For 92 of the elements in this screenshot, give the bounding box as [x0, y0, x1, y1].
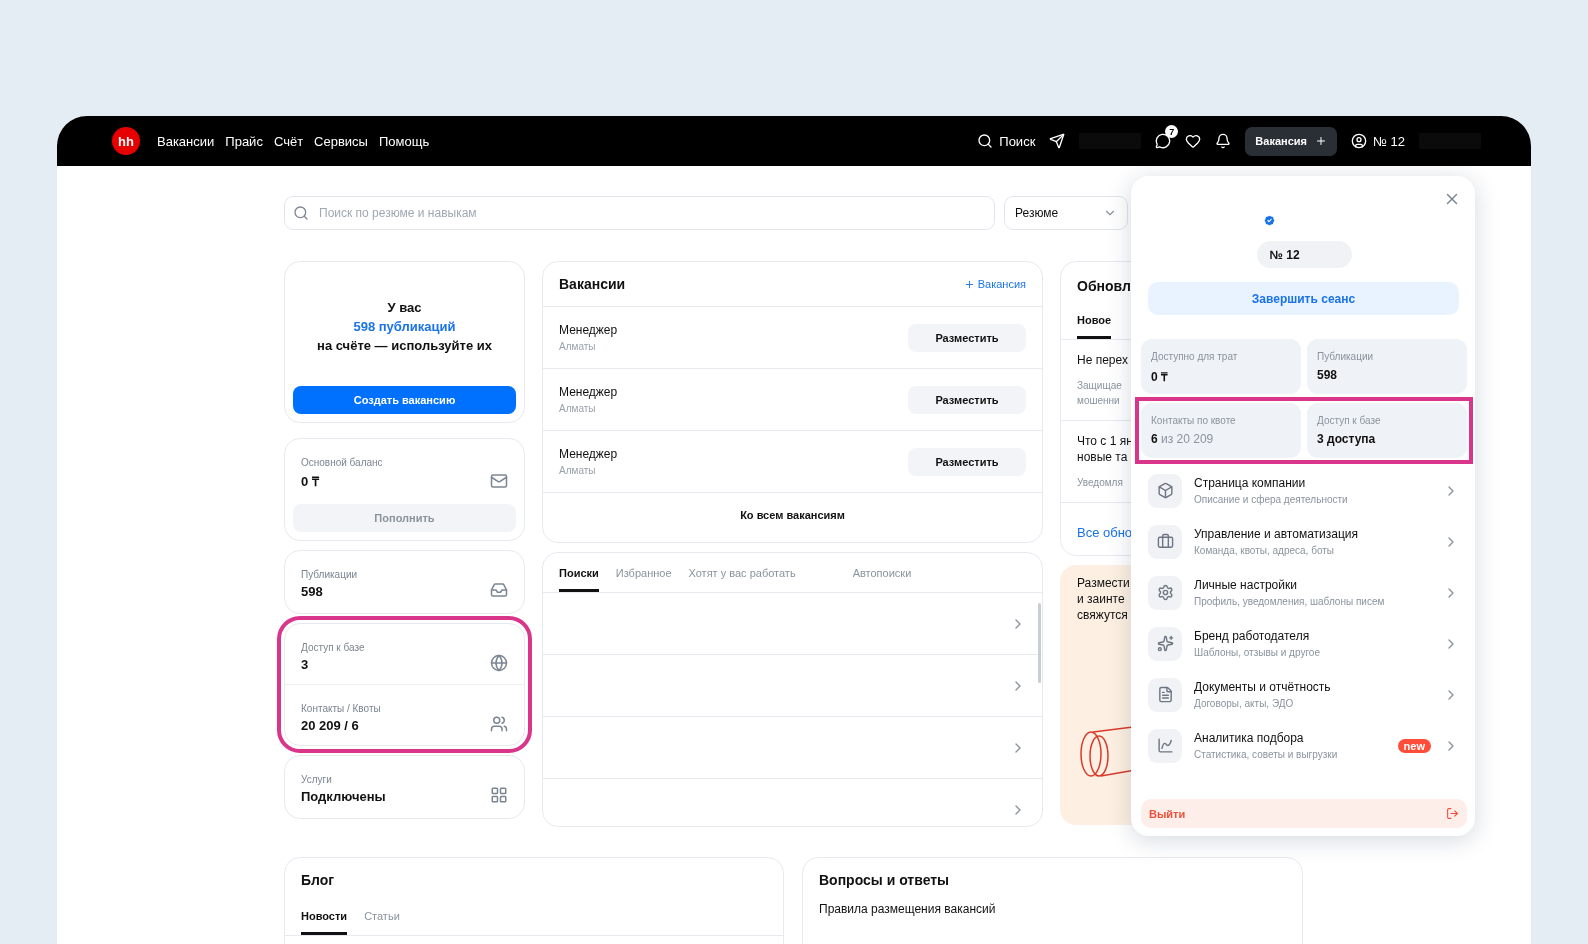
update-title: Не перех [1077, 352, 1128, 368]
add-vacancy-link[interactable]: Вакансия [963, 278, 1026, 290]
envelope-icon [490, 472, 508, 490]
stat-value: 598 [301, 584, 324, 599]
vacancy-title: Менеджер [559, 385, 618, 399]
faq-link[interactable]: Правила размещения вакансий [803, 888, 1302, 916]
stat-value: 3 [301, 657, 310, 672]
menu-item[interactable]: Страница компании Описание и сфера деятельности [1141, 465, 1467, 516]
publish-button[interactable]: Разместить [908, 385, 1026, 414]
nav-link[interactable]: Прайс [225, 133, 263, 149]
nav-link[interactable]: Вакансии [157, 133, 215, 149]
promo-text: Размести [1077, 575, 1130, 591]
summary-text: на счёте — используйте их [317, 337, 492, 355]
message-count-badge: 7 [1165, 125, 1179, 138]
publications-link[interactable]: 598 публикаций [353, 317, 456, 336]
all-vacancies-link[interactable]: Ко всем вакансиям [543, 493, 1042, 537]
stat-value: 20 209 / 6 [301, 718, 360, 733]
chat-icon[interactable] [1155, 133, 1172, 149]
user-icon [1350, 133, 1367, 149]
create-vacancy-button[interactable]: Создать вакансию [293, 386, 516, 414]
document-icon [1148, 677, 1182, 712]
publish-button[interactable]: Разместить [908, 447, 1026, 476]
summary-text: У вас [387, 299, 422, 317]
settings-icon [1148, 575, 1182, 610]
menu-item[interactable]: Аналитика подбора Статистика, советы и выгрузки new [1141, 720, 1467, 771]
vacancy-title: Менеджер [559, 323, 618, 337]
account-name: № 12 [1256, 241, 1352, 268]
stat-label: Доступ к базе [1317, 415, 1382, 426]
cube-icon [1148, 473, 1182, 508]
nav-link[interactable]: Сервисы [314, 133, 368, 149]
stat-value: Подключены [301, 789, 386, 804]
tab[interactable]: Новое [1077, 300, 1112, 339]
vacancy-title: Менеджер [559, 447, 618, 461]
plus-icon [963, 278, 975, 290]
logout-icon [1446, 807, 1459, 820]
card-title: Блог [301, 872, 336, 888]
promo-text: свяжутся [1077, 607, 1128, 623]
sparkle-icon [1148, 626, 1182, 661]
verified-icon [1262, 214, 1276, 227]
search-field[interactable]: Поиск по резюме и навыкам [284, 196, 995, 230]
stat-value: 6 из 20 209 [1151, 432, 1215, 446]
heart-icon[interactable] [1185, 133, 1202, 149]
vacancy-city: Алматы [559, 465, 597, 476]
plus-icon [1314, 135, 1327, 147]
vacancy-city: Алматы [559, 403, 597, 414]
new-badge: new [1397, 738, 1431, 753]
menu-item[interactable]: Документы и отчётность Договоры, акты, ЭДО [1141, 669, 1467, 720]
users-icon [490, 715, 508, 733]
promo-text: и заинте [1077, 591, 1125, 607]
card-title: Вопросы и ответы [819, 872, 951, 888]
update-text: Уведомля [1077, 476, 1123, 490]
stat-label: Контакты / Квоты [301, 703, 381, 714]
menu-item[interactable]: Управление и автоматизация Команда, квоты, адреса, боты [1141, 516, 1467, 567]
chart-icon [1148, 728, 1182, 763]
bell-icon[interactable] [1215, 133, 1232, 149]
send-icon[interactable] [1049, 133, 1066, 149]
inbox-icon [490, 581, 508, 599]
account-link[interactable]: № 12 [1350, 133, 1405, 149]
publish-button[interactable]: Разместить [908, 323, 1026, 352]
stat-label: Услуги [301, 774, 333, 785]
update-text: Защищае [1077, 379, 1122, 393]
vacancy-city: Алматы [559, 341, 597, 352]
stat-value: 598 [1317, 368, 1339, 382]
menu-item[interactable]: Бренд работодателя Шаблоны, отзывы и другое [1141, 618, 1467, 669]
nav-link[interactable]: Счёт [273, 133, 304, 149]
update-text: мошенни [1077, 394, 1120, 408]
logo[interactable]: hh [112, 127, 140, 155]
card-title: Вакансии [559, 276, 626, 292]
stat-label: Доступно для трат [1151, 351, 1239, 362]
globe-icon [490, 654, 508, 672]
stat-value: 0 ₸ [1151, 369, 1169, 385]
tab[interactable]: Новости [301, 896, 348, 935]
type-select[interactable]: Резюме [1004, 196, 1128, 230]
stat-value: 0 ₸ [301, 473, 320, 490]
menu-item[interactable]: Личные настройки Профиль, уведомления, шаблоны писем [1141, 567, 1467, 618]
briefcase-icon [1148, 524, 1182, 559]
search-icon [977, 133, 994, 149]
grid-icon [490, 786, 508, 804]
stat-label: Контакты по квоте [1151, 415, 1237, 426]
search-icon [293, 205, 309, 221]
stat-label: Доступ к базе [301, 642, 365, 653]
end-session-button[interactable]: Завершить сеанс [1148, 282, 1459, 315]
nav-link[interactable]: Помощь [378, 133, 430, 149]
search-link[interactable]: Поиск [977, 133, 1036, 149]
new-vacancy-button[interactable]: Вакансия [1245, 126, 1337, 156]
stat-label: Основной баланс [301, 457, 383, 468]
stat-label: Публикации [1317, 351, 1375, 362]
tab[interactable]: Поиски [559, 553, 599, 592]
stat-label: Публикации [301, 569, 358, 580]
update-title: новые та [1077, 449, 1128, 465]
card-title: Обновл [1077, 278, 1132, 294]
stat-value: 3 доступа [1317, 432, 1377, 446]
